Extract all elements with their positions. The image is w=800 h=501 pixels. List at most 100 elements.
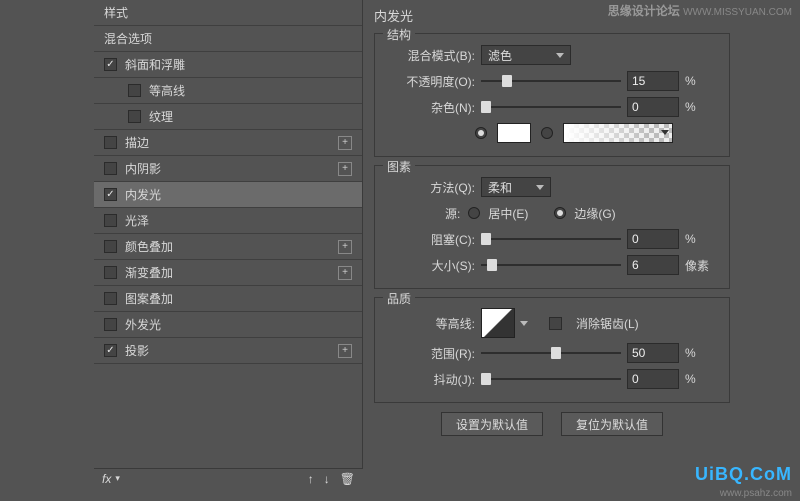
size-slider[interactable]: [481, 257, 621, 273]
blend-mode-select[interactable]: 滤色: [481, 45, 571, 65]
antialias-checkbox[interactable]: [549, 317, 562, 330]
checkbox[interactable]: [104, 240, 117, 253]
chevron-down-icon[interactable]: ▾: [115, 473, 120, 484]
inner-glow-panel: 内发光 结构 混合模式(B): 滤色 不透明度(O): 15 % 杂色(N): …: [364, 0, 740, 485]
elements-group: 图素 方法(Q): 柔和 源: 居中(E) 边缘(G) 阻塞(C): 0 % 大…: [374, 165, 730, 289]
style-label: 描边: [125, 134, 149, 151]
style-item-gradient-overlay[interactable]: 渐变叠加 +: [94, 260, 362, 286]
styles-panel: 样式 混合选项 斜面和浮雕 等高线 纹理 描边 + 内阴影 + 内发光 光泽 颜…: [94, 0, 363, 470]
style-label: 纹理: [149, 108, 173, 125]
style-label: 投影: [125, 342, 149, 359]
technique-label: 方法(Q):: [385, 179, 475, 196]
size-label: 大小(S):: [385, 257, 475, 274]
fx-icon[interactable]: fx: [102, 472, 111, 486]
style-item-stroke[interactable]: 描边 +: [94, 130, 362, 156]
jitter-slider[interactable]: [481, 371, 621, 387]
color-mode-radio[interactable]: [475, 127, 487, 139]
watermark-url: www.psahz.com: [720, 488, 792, 499]
style-label: 外发光: [125, 316, 161, 333]
opacity-input[interactable]: 15: [627, 71, 679, 91]
checkbox[interactable]: [128, 110, 141, 123]
arrow-up-icon[interactable]: ↑: [308, 472, 314, 486]
watermark-top: 思缘设计论坛 WWW.MISSYUAN.COM: [608, 2, 792, 19]
styles-header[interactable]: 样式: [94, 0, 362, 26]
make-default-button[interactable]: 设置为默认值: [441, 412, 543, 436]
style-label: 图案叠加: [125, 290, 173, 307]
style-label: 渐变叠加: [125, 264, 173, 281]
trash-icon[interactable]: 🗑: [340, 472, 355, 486]
style-item-color-overlay[interactable]: 颜色叠加 +: [94, 234, 362, 260]
range-slider[interactable]: [481, 345, 621, 361]
noise-input[interactable]: 0: [627, 97, 679, 117]
checkbox[interactable]: [104, 188, 117, 201]
checkbox[interactable]: [104, 162, 117, 175]
blending-options-row[interactable]: 混合选项: [94, 26, 362, 52]
range-input[interactable]: 50: [627, 343, 679, 363]
structure-legend: 结构: [383, 26, 415, 43]
style-item-bevel[interactable]: 斜面和浮雕: [94, 52, 362, 78]
checkbox[interactable]: [104, 266, 117, 279]
noise-unit: %: [685, 100, 713, 114]
glow-gradient-swatch[interactable]: [563, 123, 673, 143]
style-label: 颜色叠加: [125, 238, 173, 255]
jitter-input[interactable]: 0: [627, 369, 679, 389]
choke-unit: %: [685, 232, 713, 246]
style-item-outer-glow[interactable]: 外发光: [94, 312, 362, 338]
choke-label: 阻塞(C):: [385, 231, 475, 248]
contour-label: 等高线:: [385, 315, 475, 332]
add-effect-icon[interactable]: +: [338, 240, 352, 254]
elements-legend: 图素: [383, 158, 415, 175]
choke-slider[interactable]: [481, 231, 621, 247]
source-edge-label: 边缘(G): [574, 205, 615, 222]
reset-default-button[interactable]: 复位为默认值: [561, 412, 663, 436]
style-label: 内发光: [125, 186, 161, 203]
noise-label: 杂色(N):: [385, 99, 475, 116]
style-item-pattern-overlay[interactable]: 图案叠加: [94, 286, 362, 312]
quality-legend: 品质: [383, 290, 415, 307]
source-edge-radio[interactable]: [554, 207, 566, 219]
choke-input[interactable]: 0: [627, 229, 679, 249]
add-effect-icon[interactable]: +: [338, 162, 352, 176]
noise-slider[interactable]: [481, 99, 621, 115]
size-input[interactable]: 6: [627, 255, 679, 275]
style-label: 斜面和浮雕: [125, 56, 185, 73]
style-label: 光泽: [125, 212, 149, 229]
checkbox[interactable]: [104, 318, 117, 331]
range-unit: %: [685, 346, 713, 360]
checkbox[interactable]: [128, 84, 141, 97]
source-label: 源:: [445, 205, 460, 222]
style-item-texture[interactable]: 纹理: [94, 104, 362, 130]
style-item-contour[interactable]: 等高线: [94, 78, 362, 104]
add-effect-icon[interactable]: +: [338, 266, 352, 280]
add-effect-icon[interactable]: +: [338, 136, 352, 150]
structure-group: 结构 混合模式(B): 滤色 不透明度(O): 15 % 杂色(N): 0 %: [374, 33, 730, 157]
watermark-logo: UiBQ.CoM: [695, 464, 792, 485]
blending-options-label: 混合选项: [104, 30, 152, 47]
checkbox[interactable]: [104, 136, 117, 149]
arrow-down-icon[interactable]: ↓: [324, 472, 330, 486]
source-center-radio[interactable]: [468, 207, 480, 219]
opacity-slider[interactable]: [481, 73, 621, 89]
style-label: 内阴影: [125, 160, 161, 177]
size-unit: 像素: [685, 257, 713, 274]
opacity-label: 不透明度(O):: [385, 73, 475, 90]
style-item-inner-shadow[interactable]: 内阴影 +: [94, 156, 362, 182]
range-label: 范围(R):: [385, 345, 475, 362]
style-item-satin[interactable]: 光泽: [94, 208, 362, 234]
antialias-label: 消除锯齿(L): [576, 315, 639, 332]
quality-group: 品质 等高线: 消除锯齿(L) 范围(R): 50 % 抖动(J): 0 %: [374, 297, 730, 403]
checkbox[interactable]: [104, 214, 117, 227]
opacity-unit: %: [685, 74, 713, 88]
checkbox[interactable]: [104, 58, 117, 71]
style-item-drop-shadow[interactable]: 投影 +: [94, 338, 362, 364]
add-effect-icon[interactable]: +: [338, 344, 352, 358]
technique-select[interactable]: 柔和: [481, 177, 551, 197]
gradient-mode-radio[interactable]: [541, 127, 553, 139]
style-item-inner-glow[interactable]: 内发光: [94, 182, 362, 208]
style-label: 等高线: [149, 82, 185, 99]
checkbox[interactable]: [104, 292, 117, 305]
blend-mode-label: 混合模式(B):: [385, 47, 475, 64]
contour-picker[interactable]: [481, 308, 515, 338]
glow-color-swatch[interactable]: [497, 123, 531, 143]
checkbox[interactable]: [104, 344, 117, 357]
